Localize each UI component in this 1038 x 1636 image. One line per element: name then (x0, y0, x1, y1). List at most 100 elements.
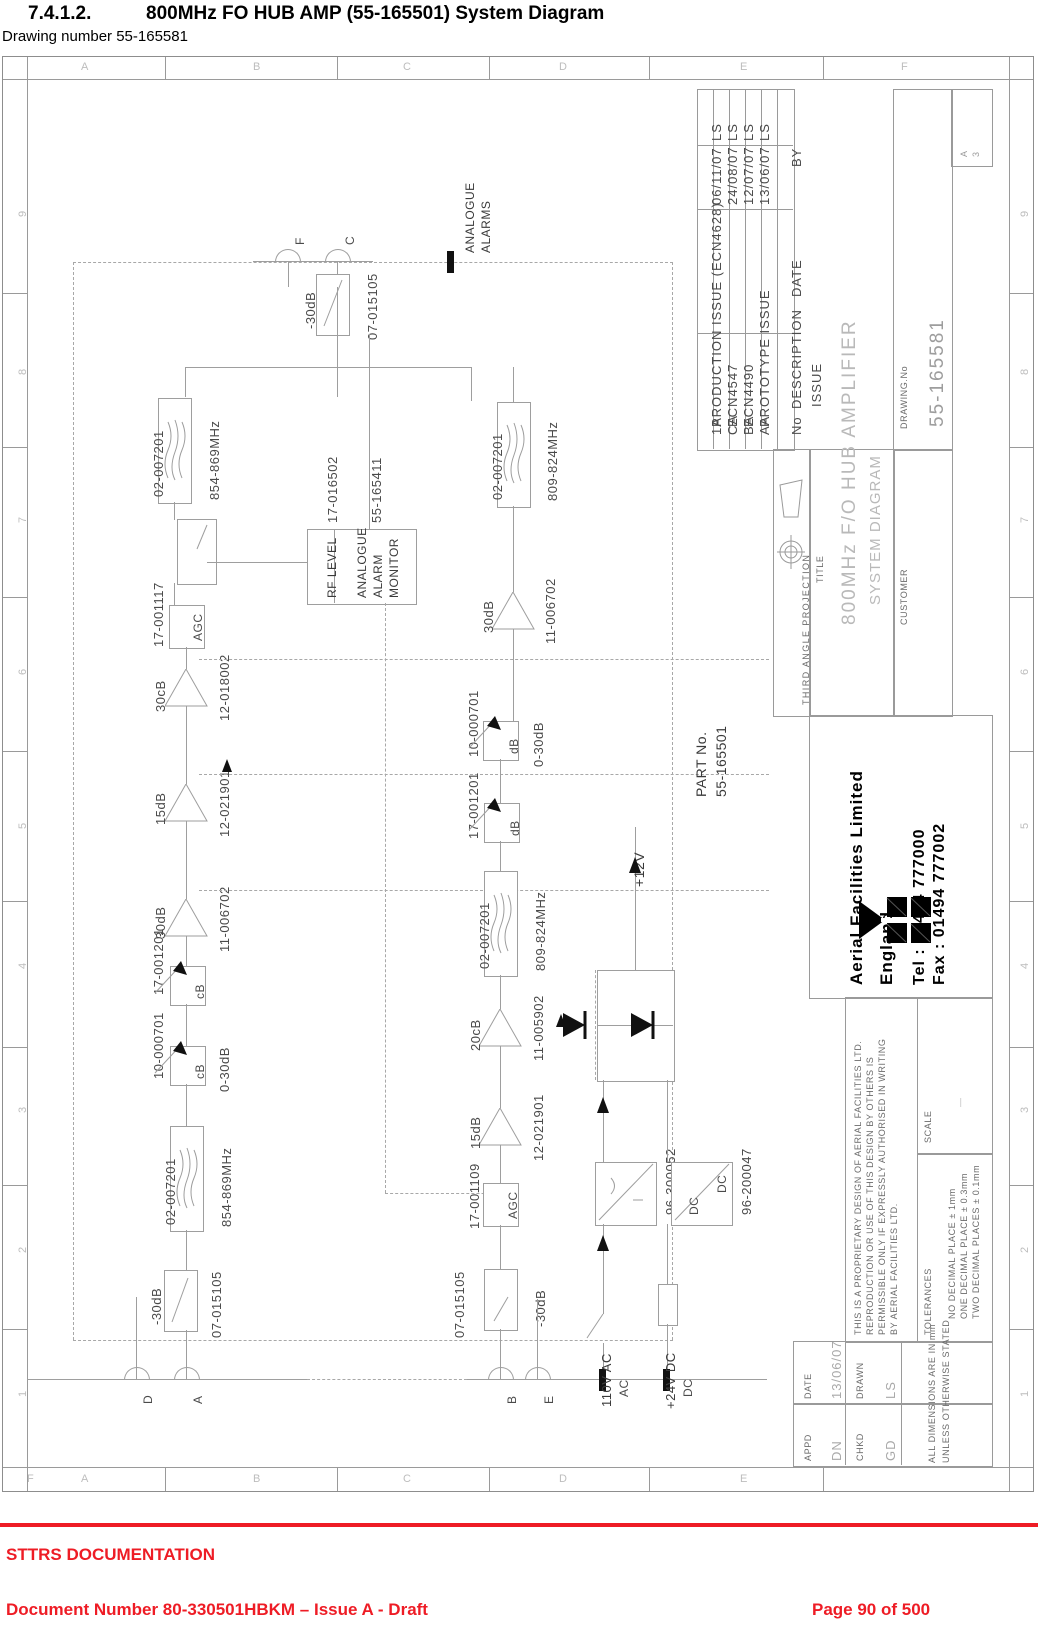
company-logo (859, 897, 931, 969)
filter-r-top-part: 02-007201 (490, 433, 505, 500)
footer-doc-type: STTRS DOCUMENTATION (6, 1545, 216, 1564)
dc-dc-symbol-icon (674, 1163, 730, 1221)
dc-port-label: DC (681, 1378, 695, 1397)
wire (471, 367, 472, 401)
zone-bottom-a: A (81, 1473, 90, 1485)
bottom-bus-dash (307, 1379, 467, 1380)
sheet-size-line2: 3 (971, 151, 981, 157)
border-tick (165, 1467, 166, 1491)
drawing-no-value: 55-165581 (927, 318, 948, 427)
date-label: DATE (803, 1373, 813, 1399)
zone-right-2: 2 (1019, 1245, 1031, 1253)
border-tick (1009, 447, 1033, 448)
rail-arrow-icon (629, 857, 641, 873)
revision-date: 06/11/07 (709, 147, 724, 205)
wire (667, 1224, 668, 1284)
proprietary-notice-line4: BY AERIAL FACILITIES LTD. (889, 1203, 899, 1335)
zone-right-8: 8 (1019, 367, 1031, 375)
border-tick (1009, 1329, 1033, 1330)
dimensions-note-line2: UNLESS OTHERWISE STATED (941, 1319, 951, 1463)
amp-15db-r-value: 15dB (468, 1116, 483, 1149)
wire (513, 367, 514, 403)
wire (500, 1145, 501, 1183)
var-atten-b-value: cB (193, 1063, 207, 1079)
wire (500, 1046, 501, 1108)
diode-icon (631, 1011, 655, 1039)
footer-page-number: Page 90 of 500 (812, 1600, 931, 1619)
zone-right-7: 7 (1019, 515, 1031, 523)
revision-by: LS (757, 123, 772, 141)
zone-top-b: B (253, 61, 262, 73)
attenuator-slash-icon (323, 279, 343, 327)
filter-r-bot-value: 809-824MHz (533, 891, 548, 971)
part-no-value: 55-165501 (713, 725, 729, 797)
ac-port-label: AC (617, 1379, 631, 1397)
current-arrow-icon (597, 1097, 609, 1113)
dc-dc-in-label: DC (687, 1196, 701, 1215)
port-label-D: D (141, 1394, 155, 1404)
port-E-symbol (525, 1367, 551, 1380)
port-D-symbol (124, 1367, 150, 1380)
wire (186, 706, 187, 784)
border-tick (489, 1467, 490, 1491)
filter-r-top-value: 809-824MHz (545, 421, 560, 501)
analogue-alarms-port (447, 251, 454, 273)
proprietary-notice-line1: THIS IS A PROPRIETARY DESIGN OF AERIAL F… (853, 1040, 863, 1335)
wire (186, 1230, 187, 1270)
chkd-value: GD (883, 1439, 898, 1462)
drawn-label: DRAWN (855, 1362, 865, 1399)
revision-description: ECN4490 (741, 363, 756, 427)
amp-30cb-part: 12-018002 (217, 654, 232, 721)
footer-rule (0, 1523, 1038, 1527)
atten-r-a-range: 0-30dB (531, 722, 546, 767)
scale-value: — (955, 1097, 965, 1107)
adjust-arrow-icon (154, 1041, 187, 1074)
tolerance-line2: ONE DECIMAL PLACE ± 0.3mm (959, 1172, 969, 1319)
attenuator-r-bot-value: -30dB (533, 1289, 548, 1327)
filter-bot-part: 02-007201 (163, 1158, 178, 1225)
zone-bottom-f: F (27, 1473, 35, 1485)
border-tick (3, 447, 27, 448)
appd-label: APPD (803, 1434, 813, 1461)
zone-right-5: 5 (1019, 821, 1031, 829)
proprietary-notice-line3: PERMISSIBLE ONLY IF EXPRESSLY AUTHORISED… (877, 1038, 887, 1336)
border-tick (1009, 293, 1033, 294)
revision-by: LS (741, 123, 756, 141)
drawing-title-line1: 800MHz F/O HUB AMPLIFIER (839, 319, 860, 625)
psu-enclosure (595, 970, 596, 1080)
border-tick (1009, 597, 1033, 598)
port-label-A: A (191, 1395, 205, 1404)
adjust-arrow-icon (468, 798, 501, 831)
zone-right-4: 4 (1019, 961, 1031, 969)
fuse-body (658, 1284, 678, 1326)
alarm-monitor-line1: ANALOGUE (355, 527, 369, 598)
sheet-size-line1: A (959, 150, 969, 157)
border-tick (3, 79, 1033, 80)
zone-top-f: F (901, 61, 909, 73)
amplifier-15db-icon (165, 784, 208, 822)
port-label-F: F (293, 237, 307, 245)
border-tick (27, 57, 28, 1491)
amp-30db-r-part: 11-006702 (543, 578, 558, 644)
border-tick (3, 1329, 27, 1330)
atten-r-b-value: dB (508, 820, 522, 836)
wire (207, 562, 307, 563)
chkd-label: CHKD (855, 1433, 865, 1461)
wire (603, 1080, 604, 1162)
analogue-alarms-label-line1: ANALOGUE (463, 182, 477, 253)
wire (185, 367, 186, 397)
amp-20cb-part: 11-005902 (531, 995, 546, 1061)
border-tick (649, 57, 650, 79)
attenuator-r-bot-part: 07-015105 (452, 1271, 467, 1338)
logo-icon (859, 897, 931, 943)
filter-bot-value: 854-869MHz (219, 1147, 234, 1227)
revision-header-by: BY (789, 147, 804, 167)
wire (667, 1080, 668, 1162)
port-label-C: C (343, 235, 357, 245)
cell-divider (845, 1341, 846, 1465)
zone-top-e: E (740, 61, 749, 73)
border-tick (3, 1185, 27, 1186)
revision-date: 24/08/07 (725, 146, 740, 205)
border-tick (3, 293, 27, 294)
title-label: TITLE (815, 555, 825, 583)
